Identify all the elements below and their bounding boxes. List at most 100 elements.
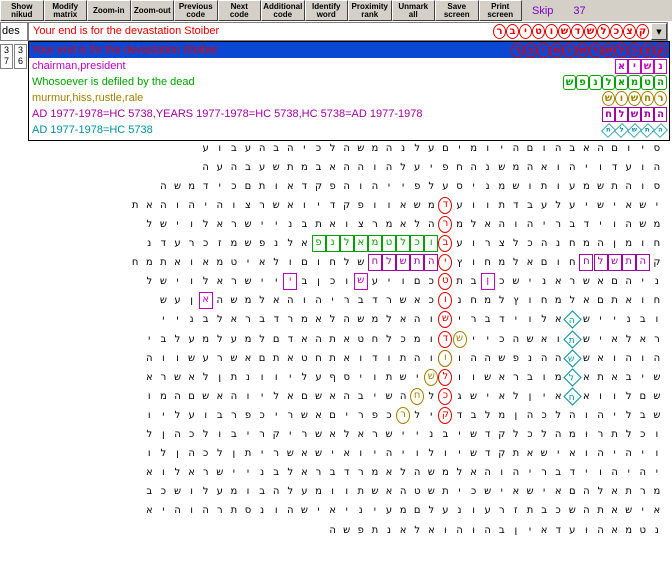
matrix-letter[interactable]: פ xyxy=(509,349,523,368)
matrix-letter[interactable]: ה xyxy=(509,463,523,482)
matrix-letter[interactable]: ב xyxy=(241,158,255,177)
matrix-letter[interactable]: ר xyxy=(565,272,579,291)
matrix-letter[interactable]: ב xyxy=(438,425,452,444)
matrix-letter[interactable]: ל xyxy=(213,330,227,349)
matrix-letter[interactable]: ב xyxy=(312,158,326,177)
matrix-letter[interactable]: א xyxy=(565,444,579,463)
matrix-letter[interactable]: ע xyxy=(565,177,579,196)
matrix-letter[interactable]: ב xyxy=(255,482,269,501)
matrix-letter[interactable]: ו xyxy=(185,482,199,501)
matrix-letter[interactable]: י xyxy=(227,463,241,482)
code-mark-box[interactable]: ל xyxy=(593,254,608,272)
matrix-letter[interactable]: ר xyxy=(185,234,199,253)
matrix-letter[interactable]: נ xyxy=(453,501,467,520)
matrix-letter[interactable]: א xyxy=(283,387,297,406)
matrix-letter[interactable]: ן xyxy=(509,406,523,425)
matrix-letter[interactable]: ר xyxy=(213,349,227,368)
matrix-letter[interactable]: ר xyxy=(312,463,326,482)
matrix-letter[interactable]: ש xyxy=(297,501,311,520)
code-mark-oval[interactable]: ר xyxy=(396,406,411,424)
matrix-letter[interactable]: ח xyxy=(453,158,467,177)
matrix-letter[interactable]: ו xyxy=(354,177,368,196)
matrix-letter[interactable]: ת xyxy=(269,349,283,368)
matrix-letter[interactable]: ש xyxy=(636,215,650,234)
matrix-letter[interactable]: ו xyxy=(171,196,185,215)
matrix-letter[interactable]: ב xyxy=(156,330,170,349)
matrix-letter[interactable]: נ xyxy=(241,368,255,387)
matrix-letter[interactable]: פ xyxy=(241,406,255,425)
matrix-letter[interactable]: ו xyxy=(551,253,565,272)
matrix-letter[interactable]: ה xyxy=(185,196,199,215)
matrix-letter[interactable]: א xyxy=(523,253,537,272)
matrix-letter[interactable]: א xyxy=(213,272,227,291)
dropdown-item[interactable]: AD 1977-1978=HC 5738,YEARS 1977-1978=HC … xyxy=(29,106,669,122)
matrix-letter[interactable]: ו xyxy=(396,272,410,291)
matrix-letter[interactable]: י xyxy=(608,310,622,329)
matrix-letter[interactable]: ו xyxy=(340,272,354,291)
matrix-letter[interactable]: ל xyxy=(537,425,551,444)
matrix-letter[interactable]: פ xyxy=(438,158,452,177)
matrix-letter[interactable]: ט xyxy=(636,521,650,540)
matrix-letter[interactable]: ו xyxy=(495,463,509,482)
matrix-letter[interactable]: ד xyxy=(579,215,593,234)
matrix-letter[interactable]: ל xyxy=(213,444,227,463)
matrix-letter[interactable]: י xyxy=(255,215,269,234)
matrix-letter[interactable]: ל xyxy=(622,387,636,406)
matrix-letter[interactable]: ל xyxy=(142,272,156,291)
matrix-letter[interactable]: א xyxy=(297,330,311,349)
code-mark-box[interactable]: ה xyxy=(635,254,650,272)
matrix-letter[interactable]: ה xyxy=(650,349,664,368)
matrix-letter[interactable]: נ xyxy=(382,521,396,540)
matrix-letter[interactable]: ה xyxy=(171,387,185,406)
matrix-letter[interactable]: א xyxy=(650,501,664,520)
matrix-letter[interactable]: י xyxy=(396,177,410,196)
matrix-letter[interactable]: א xyxy=(382,463,396,482)
matrix-letter[interactable]: ו xyxy=(283,253,297,272)
matrix-letter[interactable]: ב xyxy=(199,310,213,329)
matrix-letter[interactable]: י xyxy=(156,501,170,520)
matrix-letter[interactable]: מ xyxy=(650,215,664,234)
matrix-letter[interactable]: ו xyxy=(241,482,255,501)
matrix-letter[interactable]: כ xyxy=(227,177,241,196)
matrix-letter[interactable]: מ xyxy=(650,482,664,501)
matrix-letter[interactable]: ש xyxy=(368,482,382,501)
matrix-letter[interactable]: ד xyxy=(199,177,213,196)
matrix-letter[interactable]: ה xyxy=(594,444,608,463)
matrix-letter[interactable]: א xyxy=(241,349,255,368)
matrix-letter[interactable]: ש xyxy=(312,387,326,406)
matrix-letter[interactable]: א xyxy=(354,425,368,444)
matrix-letter[interactable]: י xyxy=(594,215,608,234)
matrix-letter[interactable]: ל xyxy=(594,482,608,501)
matrix-letter[interactable]: ת xyxy=(608,177,622,196)
matrix-letter[interactable]: ע xyxy=(199,349,213,368)
matrix-letter[interactable]: י xyxy=(594,330,608,349)
matrix-letter[interactable]: ם xyxy=(326,406,340,425)
code-mark-box[interactable]: ה xyxy=(424,254,439,272)
matrix-letter[interactable]: ם xyxy=(608,272,622,291)
matrix-letter[interactable]: ם xyxy=(537,253,551,272)
matrix-letter[interactable]: ד xyxy=(156,234,170,253)
matrix-letter[interactable]: ה xyxy=(565,158,579,177)
matrix-letter[interactable]: י xyxy=(579,196,593,215)
matrix-letter[interactable]: ח xyxy=(481,253,495,272)
matrix-letter[interactable]: ב xyxy=(622,368,636,387)
matrix-letter[interactable]: א xyxy=(142,196,156,215)
matrix-letter[interactable]: א xyxy=(297,234,311,253)
matrix-letter[interactable]: א xyxy=(594,272,608,291)
matrix-letter[interactable]: ק xyxy=(312,177,326,196)
code-mark-box[interactable]: ן xyxy=(480,273,495,291)
matrix-letter[interactable]: ע xyxy=(297,482,311,501)
matrix-letter[interactable]: כ xyxy=(156,482,170,501)
matrix-letter[interactable]: ו xyxy=(354,444,368,463)
matrix-letter[interactable]: ו xyxy=(156,349,170,368)
matrix-letter[interactable]: ו xyxy=(481,139,495,158)
matrix-letter[interactable]: מ xyxy=(227,482,241,501)
matrix-letter[interactable]: ו xyxy=(382,349,396,368)
matrix-letter[interactable]: י xyxy=(622,463,636,482)
matrix-letter[interactable]: ד xyxy=(340,463,354,482)
matrix-letter[interactable]: א xyxy=(537,158,551,177)
matrix-letter[interactable]: ל xyxy=(509,253,523,272)
matrix-letter[interactable]: ה xyxy=(551,139,565,158)
matrix-letter[interactable]: ה xyxy=(481,463,495,482)
matrix-letter[interactable]: מ xyxy=(467,139,481,158)
